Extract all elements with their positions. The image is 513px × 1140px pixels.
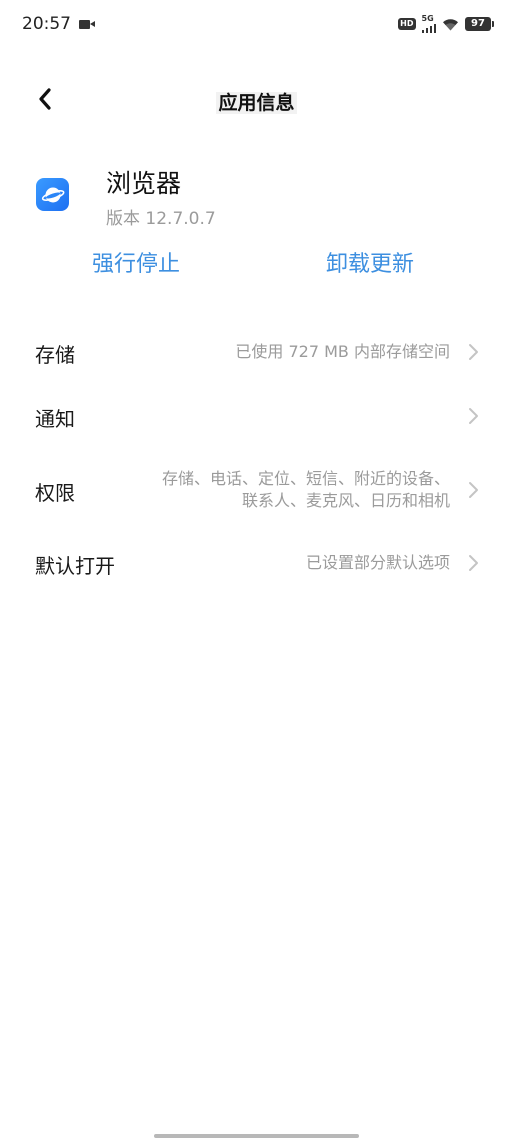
app-bar: 应用信息 — [0, 76, 513, 124]
permissions-row[interactable]: 权限 存储、电话、定位、短信、附近的设备、 联系人、麦克风、日历和相机 — [0, 464, 513, 516]
notifications-label: 通知 — [35, 407, 75, 431]
storage-value: 已使用 727 MB 内部存储空间 — [235, 342, 450, 361]
battery-icon: 97 — [465, 17, 494, 31]
clock: 20:57 — [22, 14, 71, 34]
permissions-value-line-1: 存储、电话、定位、短信、附近的设备、 — [161, 469, 450, 488]
page-title: 应用信息 — [0, 88, 513, 115]
chevron-right-icon — [469, 482, 478, 498]
wifi-icon — [443, 18, 458, 30]
network-type: 5G — [421, 14, 434, 23]
page-title-text: 应用信息 — [216, 92, 297, 114]
app-actions: 强行停止 卸载更新 — [0, 246, 513, 284]
storage-label: 存储 — [35, 343, 75, 367]
app-name: 浏览器 — [106, 169, 182, 198]
force-stop-button[interactable]: 强行停止 — [92, 246, 180, 278]
app-version: 版本 12.7.0.7 — [106, 209, 216, 229]
permissions-value-line-2: 联系人、麦克风、日历和相机 — [241, 491, 450, 510]
default-open-value: 已设置部分默认选项 — [305, 553, 450, 572]
permissions-label: 权限 — [35, 481, 75, 505]
uninstall-updates-button[interactable]: 卸载更新 — [326, 246, 414, 278]
planet-icon — [36, 178, 69, 211]
status-right: HD 5G 97 — [398, 14, 494, 33]
chevron-right-icon — [469, 555, 478, 571]
notifications-row[interactable]: 通知 — [0, 398, 513, 434]
hd-badge: HD — [398, 18, 416, 30]
app-summary: 浏览器 版本 12.7.0.7 — [36, 160, 476, 230]
app-info-screen: 20:57 HD 5G 97 应用信息 浏览器 版本 12.7.0.7 强行停止… — [0, 0, 513, 1140]
default-open-label: 默认打开 — [35, 554, 115, 578]
status-bar: 20:57 HD 5G 97 — [0, 0, 513, 48]
home-indicator[interactable] — [154, 1134, 359, 1138]
chevron-right-icon — [469, 408, 478, 424]
storage-row[interactable]: 存储 已使用 727 MB 内部存储空间 — [0, 334, 513, 370]
default-open-row[interactable]: 默认打开 已设置部分默认选项 — [0, 545, 513, 581]
video-camera-icon — [79, 19, 95, 30]
cellular-signal-icon: 5G — [421, 14, 436, 33]
chevron-right-icon — [469, 344, 478, 360]
status-left: 20:57 — [22, 14, 95, 34]
